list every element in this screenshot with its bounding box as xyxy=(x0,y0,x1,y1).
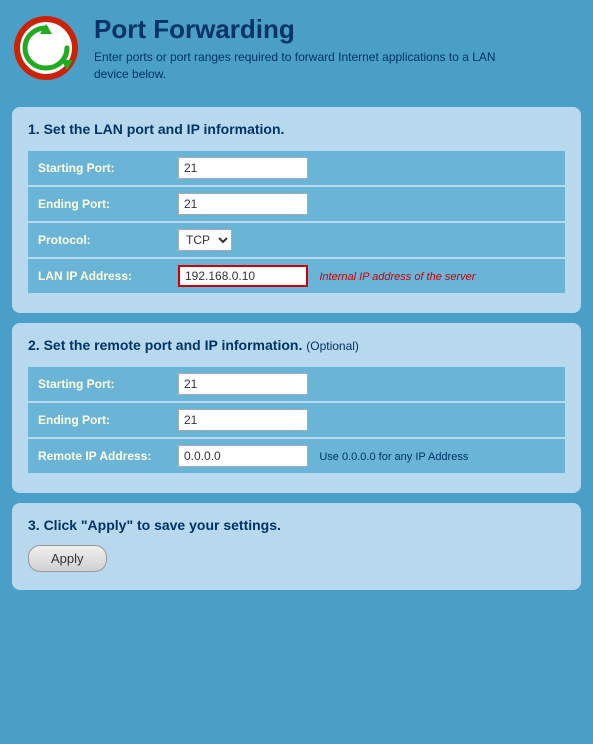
remote-ip-hint: Use 0.0.0.0 for any IP Address xyxy=(319,451,468,463)
lan-ip-input[interactable] xyxy=(178,265,308,287)
protocol-label: Protocol: xyxy=(28,223,168,257)
section3-apply: 3. Click "Apply" to save your settings. … xyxy=(12,503,581,590)
lan-ip-label: LAN IP Address: xyxy=(28,259,168,293)
page-title: Port Forwarding xyxy=(94,14,514,45)
section2-title: 2. Set the remote port and IP informatio… xyxy=(28,337,565,353)
protocol-select[interactable]: TCP UDP Both xyxy=(178,229,232,251)
section2-title-text: 2. Set the remote port and IP informatio… xyxy=(28,337,302,353)
section1-title: 1. Set the LAN port and IP information. xyxy=(28,121,565,137)
section2-optional: (Optional) xyxy=(306,339,359,353)
remote-ending-port-input[interactable] xyxy=(178,409,308,431)
remote-starting-port-label: Starting Port: xyxy=(28,367,168,401)
table-row: LAN IP Address: Internal IP address of t… xyxy=(28,259,565,293)
ending-port-label: Ending Port: xyxy=(28,187,168,221)
table-row: Starting Port: xyxy=(28,151,565,185)
table-row: Starting Port: xyxy=(28,367,565,401)
section2-remote-port: 2. Set the remote port and IP informatio… xyxy=(12,323,581,493)
starting-port-label: Starting Port: xyxy=(28,151,168,185)
remote-ip-input[interactable] xyxy=(178,445,308,467)
apply-button[interactable]: Apply xyxy=(28,545,107,572)
app-logo xyxy=(12,14,80,82)
remote-starting-port-input[interactable] xyxy=(178,373,308,395)
section1-lan-port: 1. Set the LAN port and IP information. … xyxy=(12,107,581,313)
remote-ip-label: Remote IP Address: xyxy=(28,439,168,473)
starting-port-input[interactable] xyxy=(178,157,308,179)
ending-port-input[interactable] xyxy=(178,193,308,215)
lan-ip-hint: Internal IP address of the server xyxy=(319,271,475,283)
table-row: Ending Port: xyxy=(28,403,565,437)
section1-form: Starting Port: Ending Port: Protocol: TC… xyxy=(28,149,565,295)
header-text-block: Port Forwarding Enter ports or port rang… xyxy=(94,14,514,83)
table-row: Ending Port: xyxy=(28,187,565,221)
section3-title: 3. Click "Apply" to save your settings. xyxy=(28,517,565,533)
page-header: Port Forwarding Enter ports or port rang… xyxy=(0,0,593,97)
remote-ending-port-label: Ending Port: xyxy=(28,403,168,437)
section2-form: Starting Port: Ending Port: Remote IP Ad… xyxy=(28,365,565,475)
table-row: Remote IP Address: Use 0.0.0.0 for any I… xyxy=(28,439,565,473)
table-row: Protocol: TCP UDP Both xyxy=(28,223,565,257)
page-description: Enter ports or port ranges required to f… xyxy=(94,49,514,83)
